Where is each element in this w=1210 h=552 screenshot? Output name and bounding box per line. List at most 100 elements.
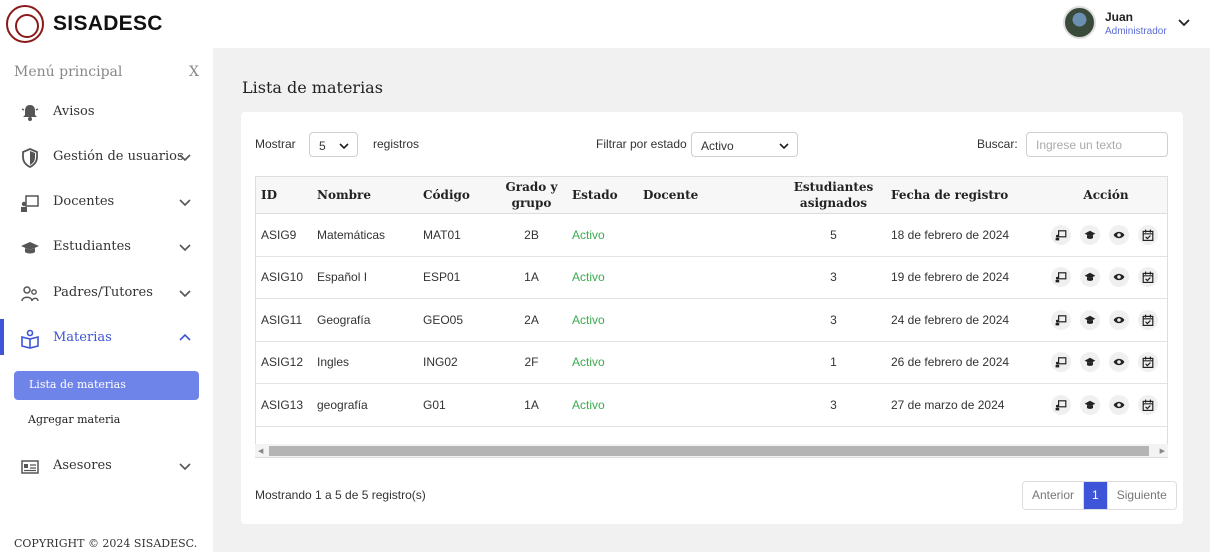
sidebar-item-label: Materias <box>53 330 112 345</box>
header-estudiantes[interactable]: Estudiantes asignados <box>782 176 885 214</box>
user-name: Juan <box>1105 10 1134 24</box>
sidebar-item-docentes[interactable]: Docentes <box>0 184 213 220</box>
copyright: COPYRIGHT © 2024 SISADESC. <box>14 537 198 550</box>
show-label: Mostrar <box>255 137 296 151</box>
cell-fecha: 19 de febrero de 2024 <box>885 256 1044 299</box>
scroll-right-icon[interactable]: ▶ <box>1160 447 1165 455</box>
view-icon[interactable] <box>1109 309 1129 330</box>
cell-accion <box>1044 298 1168 342</box>
cell-grado-grupo: 1A <box>497 256 566 299</box>
menu-title: Menú principal <box>14 64 123 80</box>
header-estado[interactable]: Estado <box>566 176 637 214</box>
cell-id: ASIG10 <box>255 256 311 299</box>
sidebar-item-avisos[interactable]: Avisos <box>0 94 213 130</box>
chevron-down-icon <box>179 199 191 207</box>
sidebar-item-label: Asesores <box>53 458 112 473</box>
calendar-icon[interactable] <box>1138 309 1158 330</box>
app-name: SISADESC <box>53 12 163 35</box>
assign-students-icon[interactable] <box>1080 394 1100 415</box>
pagination-next[interactable]: Siguiente <box>1106 482 1176 509</box>
status-filter-select[interactable]: Activo <box>691 132 798 157</box>
cell-codigo: G01 <box>417 383 497 427</box>
status-filter-value: Activo <box>701 139 734 153</box>
chevron-down-icon <box>179 463 191 471</box>
header-id[interactable]: ID <box>255 176 311 214</box>
header-accion: Acción <box>1044 176 1168 214</box>
cell-id: ASIG9 <box>255 213 311 257</box>
cell-estudiantes: 5 <box>782 213 885 257</box>
sidebar-item-label: Docentes <box>53 194 115 209</box>
pagination-page[interactable]: 1 <box>1084 482 1107 509</box>
chevron-up-icon <box>179 333 191 341</box>
teacher-icon <box>21 195 39 212</box>
close-icon[interactable]: X <box>189 64 199 80</box>
sidebar-item-label: Avisos <box>53 104 95 119</box>
cell-estado: Activo <box>566 213 637 257</box>
sidebar-subitem-label: Lista de materias <box>29 378 126 391</box>
sidebar-item-asesores[interactable]: Asesores <box>0 448 213 484</box>
sidebar-subitem-agregar-materia[interactable]: Agregar materia <box>28 413 120 426</box>
chevron-down-icon[interactable] <box>1176 14 1192 30</box>
sidebar-item-padres-tutores[interactable]: Padres/Tutores <box>0 275 213 311</box>
assign-teacher-icon[interactable] <box>1051 309 1071 330</box>
view-icon[interactable] <box>1109 267 1129 288</box>
view-icon[interactable] <box>1109 352 1129 373</box>
pagination-previous[interactable]: Anterior <box>1023 482 1085 509</box>
assign-teacher-icon[interactable] <box>1051 394 1071 415</box>
cell-accion <box>1044 383 1168 427</box>
content-card: Mostrar 5 registros Filtrar por estado A… <box>241 112 1183 524</box>
id-card-icon <box>21 460 39 474</box>
cell-id: ASIG12 <box>255 341 311 384</box>
header-grado-grupo[interactable]: Grado y grupo <box>497 176 566 214</box>
cell-accion <box>1044 256 1168 299</box>
cell-docente <box>637 213 782 257</box>
cell-id: ASIG13 <box>255 383 311 427</box>
page-size-select[interactable]: 5 <box>309 132 358 157</box>
sidebar-item-gestion-usuarios[interactable]: Gestión de usuarios <box>0 139 213 175</box>
sidebar-item-label: Estudiantes <box>53 239 131 254</box>
search-input[interactable] <box>1026 132 1168 157</box>
view-icon[interactable] <box>1109 394 1129 415</box>
calendar-icon[interactable] <box>1138 224 1158 245</box>
assign-students-icon[interactable] <box>1080 267 1100 288</box>
header-nombre[interactable]: Nombre <box>311 176 417 214</box>
cell-accion <box>1044 341 1168 384</box>
sidebar-subitem-lista-materias[interactable]: Lista de materias <box>14 371 199 400</box>
header-docente[interactable]: Docente <box>637 176 782 214</box>
sidebar-item-estudiantes[interactable]: Estudiantes <box>0 229 213 265</box>
cell-docente <box>637 298 782 342</box>
cell-estudiantes: 3 <box>782 256 885 299</box>
bell-icon <box>21 105 39 121</box>
filter-label: Filtrar por estado <box>596 137 687 151</box>
assign-teacher-icon[interactable] <box>1051 267 1071 288</box>
scroll-left-icon[interactable]: ◀ <box>258 447 263 455</box>
calendar-icon[interactable] <box>1138 267 1158 288</box>
view-icon[interactable] <box>1109 224 1129 245</box>
book-reader-icon <box>21 329 39 349</box>
avatar[interactable] <box>1063 6 1096 39</box>
header-fecha[interactable]: Fecha de registro <box>885 176 1044 214</box>
assign-students-icon[interactable] <box>1080 352 1100 373</box>
calendar-icon[interactable] <box>1138 352 1158 373</box>
horizontal-scrollbar[interactable]: ◀ ▶ <box>255 444 1168 458</box>
cell-grado-grupo: 2F <box>497 341 566 384</box>
chevron-down-icon <box>179 244 191 252</box>
sidebar-item-label: Padres/Tutores <box>53 285 153 300</box>
chevron-down-icon <box>779 143 789 150</box>
assign-students-icon[interactable] <box>1080 224 1100 245</box>
sidebar-item-materias[interactable]: Materias <box>0 320 213 356</box>
cell-fecha: 27 de marzo de 2024 <box>885 383 1044 427</box>
assign-teacher-icon[interactable] <box>1051 352 1071 373</box>
table-header-row: ID Nombre Código Grado y grupo Estado Do… <box>255 176 1168 214</box>
header-codigo[interactable]: Código <box>417 176 497 214</box>
table-row: ASIG13 geografía G01 1A Activo 3 27 de marzo d… <box>255 383 1168 427</box>
assign-students-icon[interactable] <box>1080 309 1100 330</box>
assign-teacher-icon[interactable] <box>1051 224 1071 245</box>
scroll-thumb[interactable] <box>269 446 1149 456</box>
calendar-icon[interactable] <box>1138 394 1158 415</box>
pagination: Anterior 1 Siguiente <box>1022 481 1177 510</box>
table-row: ASIG12 Ingles ING02 2F Activo 1 26 de febrero … <box>255 341 1168 384</box>
cell-grado-grupo: 2B <box>497 213 566 257</box>
cell-estado: Activo <box>566 298 637 342</box>
cell-nombre: Geografía <box>311 298 417 342</box>
